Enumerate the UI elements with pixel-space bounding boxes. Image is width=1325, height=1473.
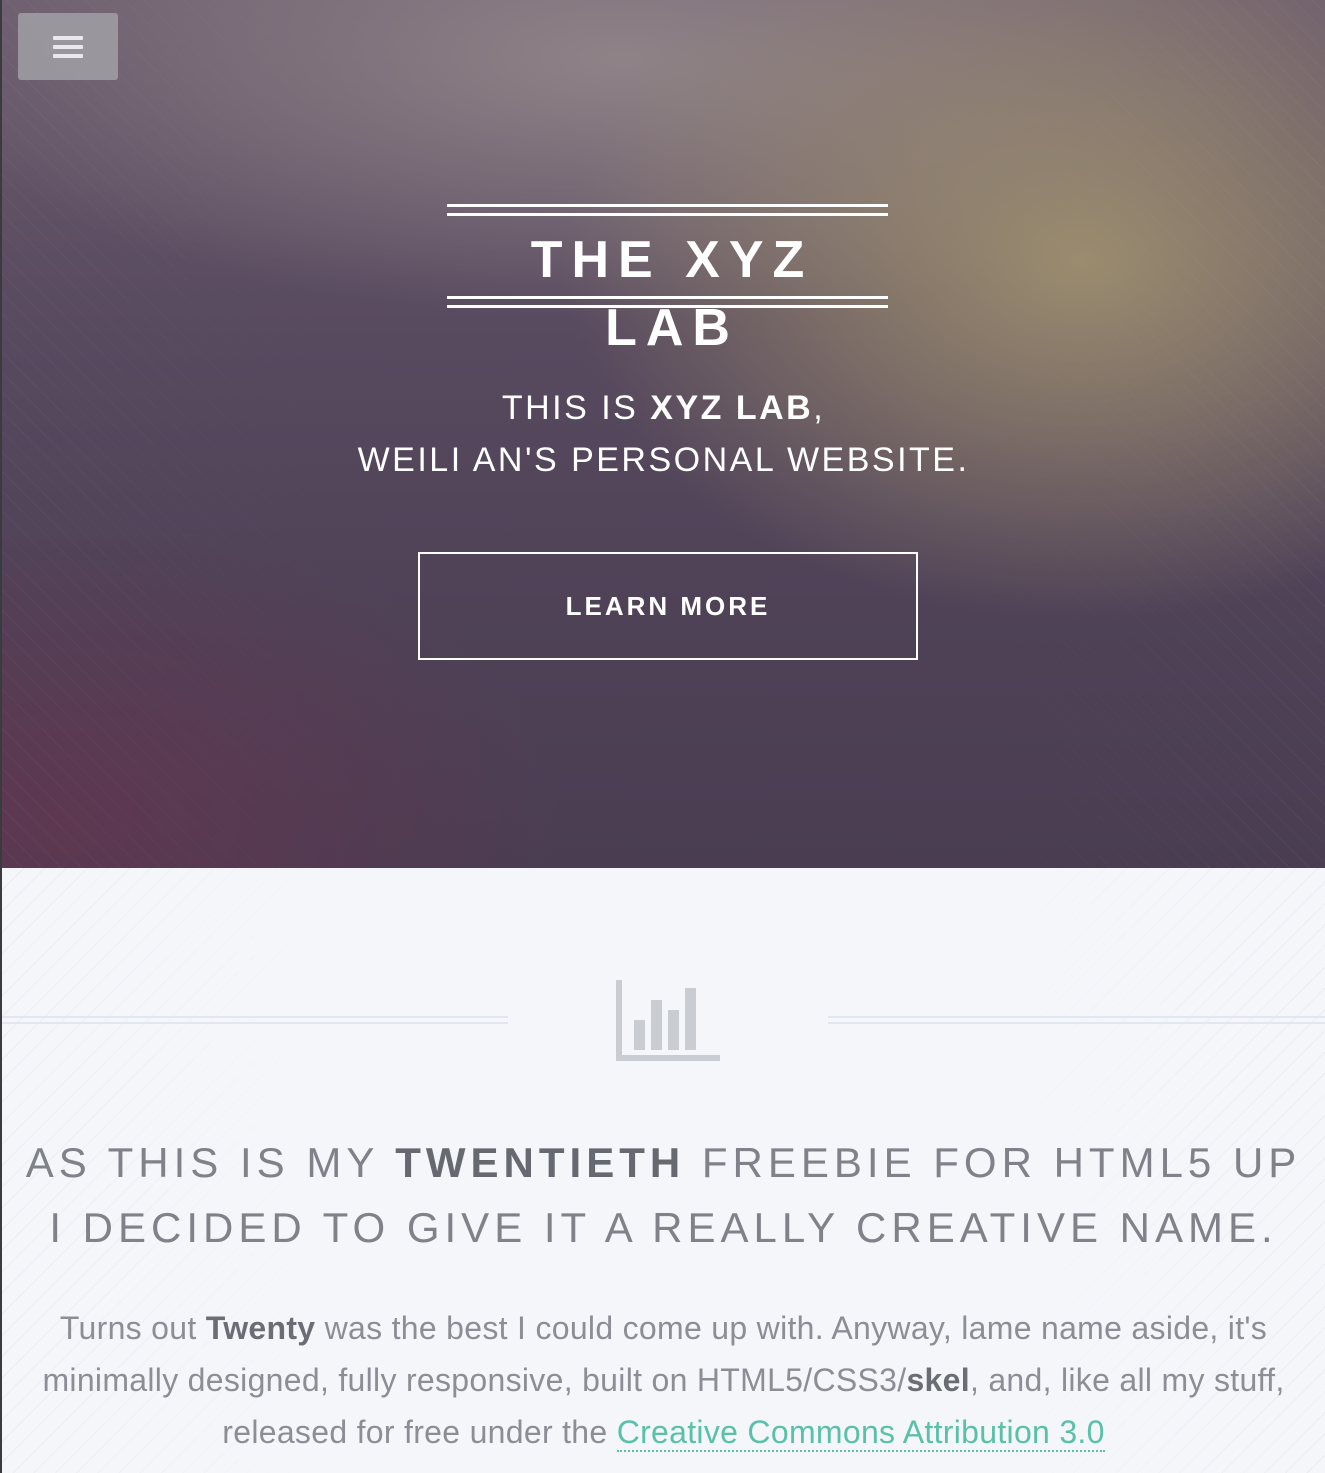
logo-title: THE XYZ LAB: [530, 231, 814, 357]
license-link[interactable]: Creative Commons Attribution 3.0: [616, 1414, 1105, 1452]
headline-line-2: I DECIDED TO GIVE IT A REALLY CREATIVE N…: [49, 1204, 1278, 1251]
divider-right: [828, 1016, 1325, 1024]
headline-emphasis: TWENTIETH: [395, 1139, 686, 1186]
body-emphasis-twenty: Twenty: [205, 1310, 316, 1346]
section-headline: AS THIS IS MY TWENTIETH FREEBIE FOR HTML…: [2, 1130, 1325, 1260]
page: THE XYZ LAB THIS IS XYZ LAB, WEILI AN'S …: [0, 0, 1325, 1473]
bar-chart-icon: [616, 980, 720, 1061]
hamburger-menu-icon: [53, 35, 83, 58]
tagline-line-2: WEILI AN'S PERSONAL WEBSITE.: [357, 441, 970, 479]
body-emphasis-skel: skel: [906, 1362, 970, 1398]
learn-more-button[interactable]: LEARN MORE: [418, 552, 918, 660]
section-body-text: Turns out Twenty was the best I could co…: [42, 1310, 1285, 1452]
intro-section: AS THIS IS MY TWENTIETH FREEBIE FOR HTML…: [2, 868, 1325, 1473]
hero-tagline: THIS IS XYZ LAB, WEILI AN'S PERSONAL WEB…: [2, 382, 1325, 486]
tagline-emphasis: XYZ LAB: [650, 389, 814, 427]
logo-rule: [447, 213, 888, 216]
logo-rule: [447, 305, 888, 308]
menu-button[interactable]: [18, 13, 118, 80]
logo-rule: [447, 296, 888, 299]
hero-banner: THE XYZ LAB THIS IS XYZ LAB, WEILI AN'S …: [2, 0, 1325, 868]
tagline-line-1: THIS IS XYZ LAB,: [501, 389, 826, 427]
headline-line-1: AS THIS IS MY TWENTIETH FREEBIE FOR HTML…: [25, 1139, 1302, 1186]
site-logo[interactable]: THE XYZ LAB: [447, 204, 888, 357]
divider-left: [2, 1016, 508, 1024]
logo-rule: [447, 204, 888, 207]
